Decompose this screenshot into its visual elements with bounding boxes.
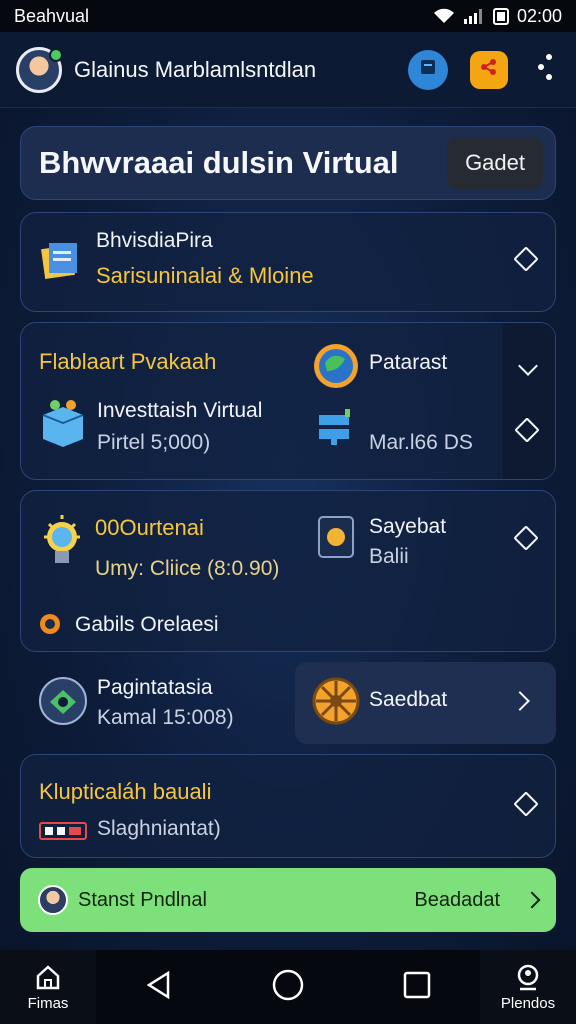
cube-icon bbox=[37, 397, 89, 454]
clock-text: 02:00 bbox=[516, 5, 562, 26]
card3-footer: Gabils Orelaesi bbox=[75, 613, 219, 636]
globe-icon bbox=[311, 341, 361, 396]
row4-button[interactable]: Saedbat bbox=[295, 662, 556, 744]
card2-side-panel bbox=[503, 323, 555, 479]
back-icon[interactable] bbox=[144, 970, 174, 1005]
nav-profile-label: Plendos bbox=[500, 994, 556, 1012]
offer-card: 00Ourtenai Umy: Cliice (8:0.90) Sayebat … bbox=[20, 490, 556, 652]
chevron-right-icon bbox=[523, 891, 541, 909]
card3-sub: Umy: Cliice (8:0.90) bbox=[95, 557, 280, 580]
cta-avatar bbox=[38, 885, 68, 915]
investment-card: Flablaart Pvakaah Patarast Investtaish V… bbox=[20, 322, 556, 480]
share-button[interactable] bbox=[470, 50, 508, 89]
lightbulb-icon bbox=[39, 513, 85, 576]
wheel-icon bbox=[311, 676, 361, 731]
diamond-icon bbox=[514, 417, 540, 443]
app-bar: Glainus Marblamlsntdlan bbox=[0, 32, 576, 108]
card2-right-label: Patarast bbox=[369, 351, 448, 374]
card2-right-sub: Mar.l66 DS bbox=[369, 431, 473, 454]
wifi-icon bbox=[433, 8, 455, 24]
shield-icon bbox=[38, 676, 88, 731]
diamond-icon bbox=[513, 246, 539, 272]
server-icon bbox=[315, 409, 355, 454]
recents-icon[interactable] bbox=[402, 970, 432, 1005]
card2-item-title: Investtaish Virtual bbox=[97, 399, 263, 422]
row4-title: Pagintatasia bbox=[97, 676, 213, 699]
card1-subtitle: Sarisuninalai & Mloine bbox=[96, 263, 314, 288]
avatar[interactable] bbox=[16, 46, 63, 93]
online-badge bbox=[49, 47, 63, 62]
card2-heading: Flablaart Pvakaah bbox=[39, 349, 217, 374]
nav-profile[interactable]: Plendos bbox=[480, 950, 576, 1024]
row4-sub: Kamal 15:008) bbox=[97, 706, 234, 729]
battery-icon bbox=[492, 7, 509, 25]
diamond-icon bbox=[513, 525, 539, 551]
card3-heading: 00Ourtenai bbox=[95, 515, 204, 540]
list-item-card-5[interactable]: Klupticaláh bauali Slaghniantat) bbox=[20, 754, 556, 858]
book-button[interactable] bbox=[408, 49, 448, 90]
card1-title: BhvisdiaPira bbox=[96, 229, 213, 252]
cta-left-label: Stanst Pndlnal bbox=[78, 888, 207, 911]
card5-heading: Klupticaláh bauali bbox=[39, 779, 212, 804]
app-title: Glainus Marblamlsntdlan bbox=[74, 56, 317, 82]
share-icon bbox=[478, 56, 500, 83]
card3-right-title: Sayebat bbox=[369, 515, 447, 538]
card2-item-sub: Pirtel 5;000) bbox=[97, 431, 211, 454]
chevron-right-icon bbox=[510, 691, 530, 711]
carrier-text: Beahvual bbox=[14, 5, 90, 26]
book-icon bbox=[418, 57, 438, 82]
home-icon bbox=[34, 963, 62, 995]
home-circle-icon[interactable] bbox=[271, 968, 305, 1007]
nav-bar: Fimas Plendos bbox=[0, 950, 576, 1024]
hero-button[interactable]: Gadet bbox=[447, 137, 543, 189]
ticket-icon bbox=[39, 821, 87, 846]
more-button[interactable] bbox=[530, 50, 560, 90]
cta-right-label: Beadadat bbox=[414, 888, 500, 911]
signal-icon bbox=[463, 8, 485, 24]
card5-sub: Slaghniantat) bbox=[97, 817, 221, 840]
row4-button-label: Saedbat bbox=[369, 688, 448, 711]
search-person-icon bbox=[514, 963, 542, 995]
notes-icon bbox=[39, 239, 83, 288]
status-bar: Beahvual 02:00 bbox=[0, 0, 576, 32]
diamond-icon bbox=[513, 791, 539, 817]
hero-title: Bhwvraaai dulsin Virtual bbox=[39, 145, 399, 180]
kebab-icon bbox=[533, 51, 557, 88]
document-icon bbox=[317, 515, 355, 564]
list-item-card-1[interactable]: BhvisdiaPira Sarisuninalai & Mloine bbox=[20, 212, 556, 312]
chevron-down-icon[interactable] bbox=[518, 356, 538, 376]
nav-home[interactable]: Fimas bbox=[0, 950, 96, 1024]
info-icon bbox=[39, 613, 61, 640]
hero-card: Bhwvraaai dulsin Virtual Gadet bbox=[20, 126, 556, 200]
cta-button[interactable]: Stanst Pndlnal Beadadat bbox=[20, 868, 556, 932]
card3-right-sub: Balii bbox=[369, 545, 409, 568]
nav-home-label: Fimas bbox=[27, 994, 69, 1012]
